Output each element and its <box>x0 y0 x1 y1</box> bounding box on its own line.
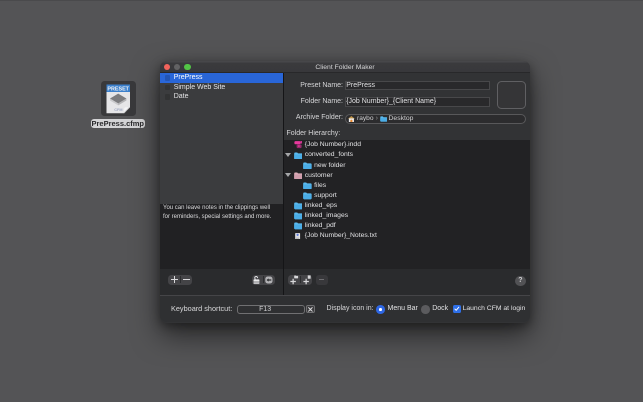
svg-text:CFM: CFM <box>114 108 122 112</box>
svg-text:PRESET: PRESET <box>107 86 129 92</box>
